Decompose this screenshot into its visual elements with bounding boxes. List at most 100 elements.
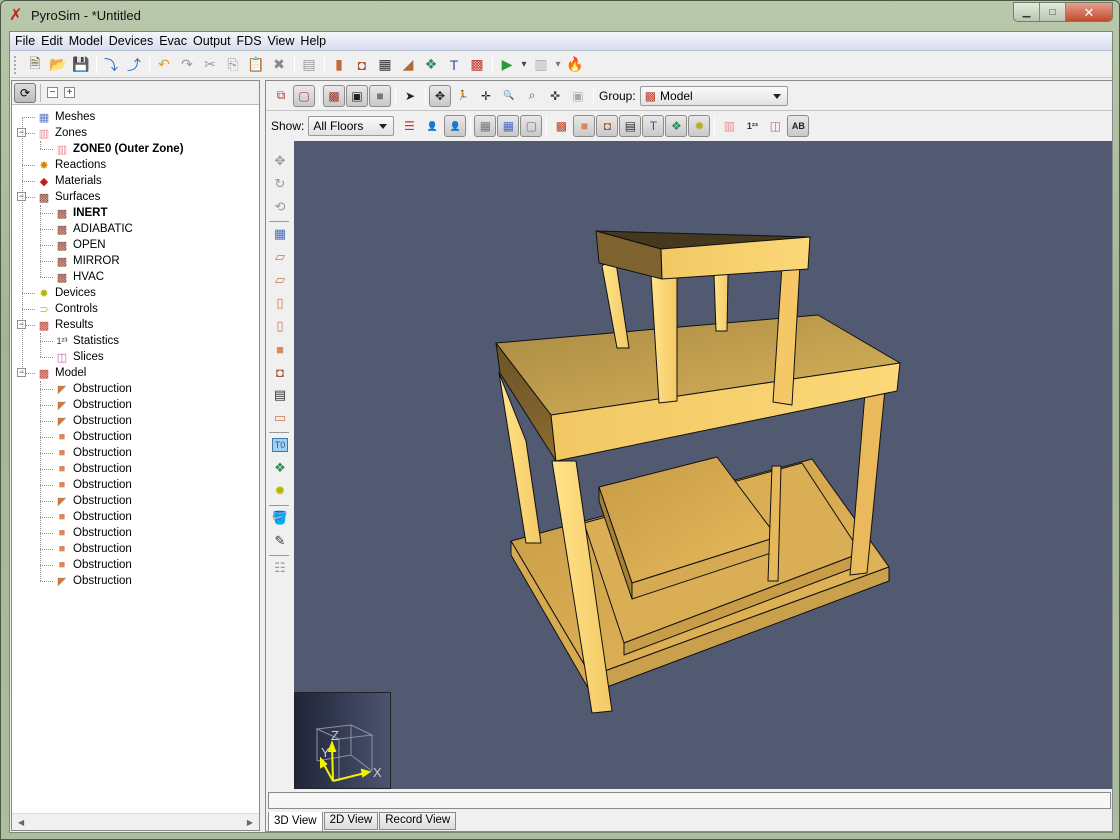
zoom-button[interactable]: 🔍 <box>498 85 520 107</box>
minimize-button[interactable]: ▁ <box>1014 3 1040 21</box>
run-dropdown-button[interactable]: ▾ <box>519 54 529 76</box>
tree-node-materials[interactable]: ◆ Materials <box>36 173 102 189</box>
show-groups-button[interactable]: ▩ <box>550 115 572 137</box>
tree-item[interactable]: ◤ Obstruction <box>54 381 132 397</box>
tree-item[interactable]: ◤ Obstruction <box>54 493 132 509</box>
redo-button[interactable]: ↷ <box>176 54 198 76</box>
copy-button[interactable]: ⎘ <box>222 54 244 76</box>
status-field[interactable] <box>268 792 1111 809</box>
tree-node-model[interactable]: ▩ Model <box>36 365 87 381</box>
solid-button[interactable]: ■ <box>369 84 391 107</box>
paste-button[interactable]: 📋 <box>245 54 267 76</box>
tree-item[interactable]: ■ Obstruction <box>54 541 132 557</box>
show-grid-button[interactable]: ▦ <box>474 115 497 137</box>
draw-slab-hole-button[interactable]: ▱ <box>270 270 290 290</box>
tree-node-surfaces[interactable]: ▩ Surfaces <box>36 189 101 205</box>
menu-output[interactable]: Output <box>190 32 234 50</box>
draw-room-button[interactable]: ▭ <box>270 408 290 428</box>
paint-bucket-button[interactable]: 🪣 <box>270 508 290 528</box>
tree-item[interactable]: ▩ HVAC <box>54 269 104 285</box>
show-labels-button[interactable]: AB <box>787 115 810 137</box>
tree-item[interactable]: ■ Obstruction <box>54 445 132 461</box>
occupant-button[interactable]: 👤 <box>421 115 443 137</box>
show-init-conditions-button[interactable]: T <box>642 115 665 137</box>
new-group-button[interactable]: ▩ <box>466 54 488 76</box>
sync-navigation-button[interactable]: ⟳ <box>14 82 36 103</box>
menu-devices[interactable]: Devices <box>106 32 156 50</box>
eyedropper-button[interactable]: ✎ <box>270 531 290 551</box>
show-holes-button[interactable]: ◘ <box>596 115 619 137</box>
new-device-button[interactable]: ❖ <box>420 54 442 76</box>
3d-viewport[interactable]: Z Y X <box>294 141 1112 789</box>
scroll-right-icon[interactable]: ▶ <box>247 818 253 827</box>
save-button[interactable]: 💾 <box>70 54 92 76</box>
floor-levels-button[interactable]: ☰ <box>398 115 420 137</box>
edit-properties-button[interactable]: ▤ <box>298 54 320 76</box>
group-dropdown[interactable]: ▩ Model <box>639 85 788 106</box>
expand-all-button[interactable]: + <box>64 87 75 98</box>
cut-button[interactable]: ✂ <box>199 54 221 76</box>
results-dropdown-button[interactable]: ▾ <box>553 54 563 76</box>
show-mesh-button[interactable]: ▦ <box>497 115 520 137</box>
menu-model[interactable]: Model <box>66 32 106 50</box>
undo-button[interactable]: ↶ <box>153 54 175 76</box>
new-vent-button[interactable]: ▦ <box>374 54 396 76</box>
close-button[interactable]: ✕ <box>1066 3 1112 21</box>
draw-wall-button[interactable]: ▯ <box>270 293 290 313</box>
texture-button[interactable]: ▩ <box>323 84 345 107</box>
draw-hole-button[interactable]: ◘ <box>270 362 290 382</box>
reset-view-button[interactable]: ⟲ <box>270 197 290 217</box>
tree-item[interactable]: ▥ ZONE0 (Outer Zone) <box>54 141 184 157</box>
new-slope-button[interactable]: ◢ <box>397 54 419 76</box>
draw-wall-hole-button[interactable]: ▯ <box>270 316 290 336</box>
fire-button[interactable]: 🔥 <box>564 54 586 76</box>
outline-button[interactable]: ▢ <box>293 84 315 107</box>
show-slices-button[interactable]: ◫ <box>764 115 786 137</box>
draw-slab-button[interactable]: ▱ <box>270 247 290 267</box>
new-file-button[interactable]: 🗎 <box>24 54 46 76</box>
draw-vent-button[interactable]: ▤ <box>270 385 290 405</box>
show-zones-button[interactable]: ▥ <box>718 115 740 137</box>
tree-node-devices[interactable]: ✹ Devices <box>36 285 96 301</box>
new-hole-button[interactable]: ◘ <box>351 54 373 76</box>
tree-item[interactable]: ■ Obstruction <box>54 557 132 573</box>
tree-item[interactable]: ■ Obstruction <box>54 429 132 445</box>
tab-2d-view[interactable]: 2D View <box>323 812 379 830</box>
tree-node-meshes[interactable]: ▦ Meshes <box>36 109 95 125</box>
tree-item[interactable]: ◤ Obstruction <box>54 413 132 429</box>
occupant-toggle-button[interactable]: 👤 <box>444 115 467 137</box>
pan-button[interactable]: ✛ <box>475 85 497 107</box>
tree-node-reactions[interactable]: ✸ Reactions <box>36 157 106 173</box>
draw-block-button[interactable]: ■ <box>270 339 290 359</box>
show-devices-button[interactable]: ❖ <box>665 115 688 137</box>
pan-view-button[interactable]: ✥ <box>270 151 290 171</box>
menu-file[interactable]: File <box>12 32 38 50</box>
tree-item[interactable]: ▩ INERT <box>54 205 108 221</box>
tree-item[interactable]: 1²³ Statistics <box>54 333 120 349</box>
select-pointer-button[interactable]: ➤ <box>399 85 421 107</box>
collapse-all-button[interactable]: − <box>47 87 58 98</box>
tree-item[interactable]: ◤ Obstruction <box>54 573 132 589</box>
show-mesh-outline-button[interactable]: ▢ <box>520 115 543 137</box>
zoom-box-button[interactable]: ⌕ <box>521 85 543 107</box>
maximize-button[interactable]: □ <box>1040 3 1066 21</box>
tab-record-view[interactable]: Record View <box>379 812 457 830</box>
orbit-button[interactable]: ✥ <box>429 84 451 107</box>
new-initial-condition-button[interactable]: T <box>443 54 465 76</box>
draw-sprinkler-button[interactable]: ✹ <box>270 481 290 501</box>
horizontal-scrollbar[interactable]: ◀ ▶ <box>12 813 259 830</box>
3d-model-scene[interactable] <box>294 141 1112 789</box>
roam-button[interactable]: ✜ <box>544 85 566 107</box>
scroll-left-icon[interactable]: ◀ <box>18 818 24 827</box>
tree-item[interactable]: ◤ Obstruction <box>54 397 132 413</box>
import-button[interactable]: ⤵ <box>100 54 122 76</box>
tree-item[interactable]: ▩ MIRROR <box>54 253 120 269</box>
tab-3d-view[interactable]: 3D View <box>268 812 323 832</box>
delete-button[interactable]: ✖ <box>268 54 290 76</box>
tree-item[interactable]: ■ Obstruction <box>54 525 132 541</box>
tree-item[interactable]: ◫ Slices <box>54 349 104 365</box>
results-button[interactable]: ▥ <box>530 54 552 76</box>
tool-options-button[interactable]: ☷ <box>270 558 290 578</box>
tree-node-results[interactable]: ▩ Results <box>36 317 94 333</box>
fit-button[interactable]: ▣ <box>567 85 589 107</box>
